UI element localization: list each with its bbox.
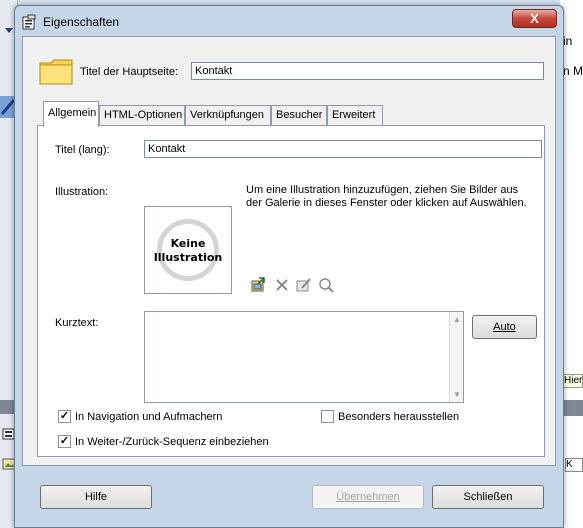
background-text: in	[563, 34, 573, 48]
folder-icon	[39, 59, 73, 85]
in-sequence-label: In Weiter-/Zurück-Sequenz einbeziehen	[75, 436, 269, 448]
tab-besucher[interactable]: Besucher	[271, 105, 327, 126]
dialog-titlebar[interactable]: Eigenschaften X	[15, 6, 563, 36]
background-text: n M	[563, 64, 583, 78]
properties-dialog: Eigenschaften X Titel der Hauptseite: Ko…	[14, 5, 564, 528]
background-field: K	[565, 458, 583, 472]
edit-image-icon[interactable]	[296, 277, 312, 293]
short-text-label: Kurztext:	[55, 317, 99, 329]
highlight-checkbox[interactable]	[321, 410, 334, 423]
dialog-title: Eigenschaften	[43, 15, 120, 29]
short-text-scrollbar[interactable]: ▲ ▼	[449, 312, 463, 402]
main-page-title-label: Titel der Hauptseite:	[80, 66, 179, 78]
in-sequence-checkbox[interactable]: ✓	[58, 435, 71, 448]
illustration-drop-area[interactable]: Keine Illustration	[144, 206, 232, 294]
scroll-up-icon[interactable]: ▲	[452, 315, 462, 324]
tab-verknuepfungen[interactable]: Verknüpfungen	[185, 105, 271, 126]
delete-icon[interactable]	[274, 277, 290, 293]
properties-icon	[22, 14, 36, 30]
in-navigation-label: In Navigation und Aufmachern	[75, 411, 223, 423]
tab-allgemein[interactable]: Allgemein	[43, 101, 99, 127]
illustration-label: Illustration:	[55, 186, 109, 198]
zoom-icon[interactable]	[318, 277, 334, 293]
no-illustration-text: Keine Illustration	[153, 237, 223, 264]
long-title-label: Titel (lang):	[55, 144, 110, 156]
illustration-hint: Um eine Illustration hinzuzufügen, ziehe…	[246, 184, 527, 209]
tab-panel-allgemein: Titel (lang): Kontakt Illustration: Kein…	[37, 125, 545, 457]
tab-html-optionen[interactable]: HTML-Optionen	[99, 105, 185, 126]
auto-button[interactable]: Auto	[472, 315, 537, 339]
close-button[interactable]: Schließen	[432, 485, 544, 509]
short-text-area[interactable]: ▲ ▼	[144, 311, 464, 403]
apply-button[interactable]: Übernehmen	[312, 485, 424, 509]
background-tooltip: Hier	[563, 374, 583, 388]
main-page-title-input[interactable]: Kontakt	[191, 62, 544, 80]
long-title-input[interactable]: Kontakt	[144, 140, 542, 158]
help-button[interactable]: Hilfe	[40, 485, 152, 509]
highlight-label: Besonders herausstellen	[338, 411, 460, 423]
tab-erweitert[interactable]: Erweitert	[327, 105, 383, 126]
dialog-client-area: Titel der Hauptseite: Kontakt Allgemein …	[22, 36, 556, 466]
in-navigation-checkbox[interactable]: ✓	[58, 410, 71, 423]
scroll-down-icon[interactable]: ▼	[452, 390, 462, 399]
close-window-button[interactable]: X	[512, 9, 557, 28]
select-image-icon[interactable]	[250, 277, 266, 293]
